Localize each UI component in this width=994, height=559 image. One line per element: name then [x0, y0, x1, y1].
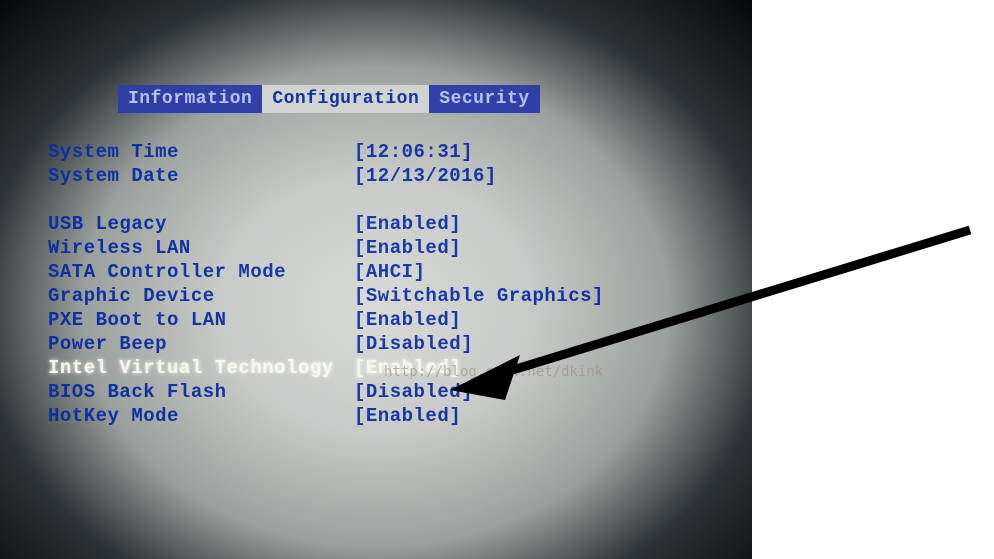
row-system-time[interactable]: System Time [12:06:31] — [48, 140, 604, 164]
setting-label: USB Legacy — [48, 212, 354, 236]
setting-row[interactable]: PXE Boot to LAN[Enabled] — [48, 308, 604, 332]
value-system-time: [12:06:31] — [354, 140, 473, 164]
setting-row[interactable]: HotKey Mode[Enabled] — [48, 404, 604, 428]
setting-row[interactable]: SATA Controller Mode[AHCI] — [48, 260, 604, 284]
bios-tabs: Information Configuration Security — [118, 85, 540, 113]
setting-label: SATA Controller Mode — [48, 260, 354, 284]
setting-value: [AHCI] — [354, 260, 425, 284]
bios-content: System Time [12:06:31] System Date [12/1… — [48, 140, 604, 428]
setting-value: [Disabled] — [354, 332, 473, 356]
setting-label: Power Beep — [48, 332, 354, 356]
setting-label: BIOS Back Flash — [48, 380, 354, 404]
label-system-date: System Date — [48, 164, 354, 188]
bios-screen: Information Configuration Security Syste… — [48, 80, 708, 480]
setting-value: [Enabled] — [354, 308, 461, 332]
watermark-text: http://blog.csdn.net/dkink — [384, 360, 603, 384]
setting-label: Wireless LAN — [48, 236, 354, 260]
row-system-date[interactable]: System Date [12/13/2016] — [48, 164, 604, 188]
setting-label: PXE Boot to LAN — [48, 308, 354, 332]
value-system-date: [12/13/2016] — [354, 164, 497, 188]
setting-row[interactable]: Graphic Device[Switchable Graphics] — [48, 284, 604, 308]
setting-label: HotKey Mode — [48, 404, 354, 428]
setting-row[interactable]: Power Beep[Disabled] — [48, 332, 604, 356]
label-system-time: System Time — [48, 140, 354, 164]
setting-value: [Switchable Graphics] — [354, 284, 604, 308]
setting-value: [Enabled] — [354, 404, 461, 428]
tab-configuration[interactable]: Configuration — [262, 85, 429, 113]
bios-photo: Information Configuration Security Syste… — [0, 0, 752, 559]
setting-row[interactable]: Wireless LAN[Enabled] — [48, 236, 604, 260]
setting-label: Intel Virtual Technology — [48, 356, 354, 380]
setting-row[interactable]: USB Legacy[Enabled] — [48, 212, 604, 236]
setting-value: [Enabled] — [354, 212, 461, 236]
tab-security[interactable]: Security — [429, 85, 539, 113]
tab-information[interactable]: Information — [118, 85, 262, 113]
setting-label: Graphic Device — [48, 284, 354, 308]
setting-value: [Enabled] — [354, 236, 461, 260]
